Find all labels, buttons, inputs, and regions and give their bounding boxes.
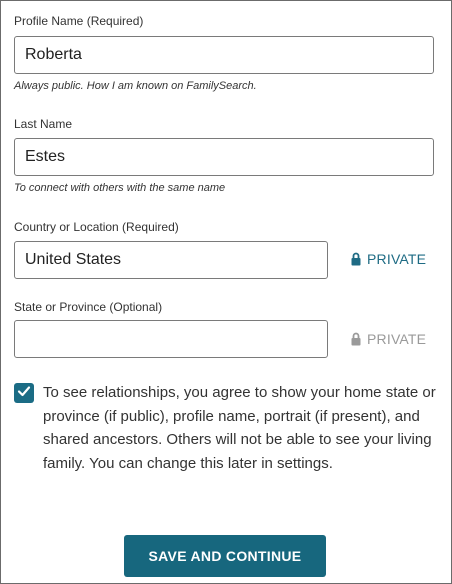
country-privacy-label: PRIVATE bbox=[367, 251, 427, 267]
lock-icon bbox=[351, 332, 361, 346]
profile-name-input[interactable] bbox=[14, 36, 434, 74]
lock-icon bbox=[351, 252, 361, 266]
state-privacy-toggle: PRIVATE bbox=[351, 331, 426, 347]
checkmark-icon bbox=[17, 384, 31, 403]
state-label: State or Province (Optional) bbox=[14, 300, 163, 314]
last-name-label: Last Name bbox=[14, 117, 73, 131]
save-and-continue-button[interactable]: SAVE AND CONTINUE bbox=[124, 535, 326, 577]
profile-form: Profile Name (Required) Always public. H… bbox=[0, 0, 452, 584]
profile-name-label: Profile Name (Required) bbox=[14, 14, 144, 28]
state-input[interactable] bbox=[14, 320, 328, 358]
country-input[interactable] bbox=[14, 241, 328, 279]
consent-text: To see relationships, you agree to show … bbox=[43, 384, 436, 472]
last-name-input[interactable] bbox=[14, 138, 434, 176]
last-name-hint: To connect with others with the same nam… bbox=[14, 182, 226, 194]
profile-name-hint: Always public. How I am known on FamilyS… bbox=[14, 80, 257, 92]
state-privacy-label: PRIVATE bbox=[367, 331, 427, 347]
country-privacy-toggle[interactable]: PRIVATE bbox=[351, 251, 426, 267]
consent-checkbox[interactable] bbox=[14, 383, 34, 403]
country-label: Country or Location (Required) bbox=[14, 220, 179, 234]
